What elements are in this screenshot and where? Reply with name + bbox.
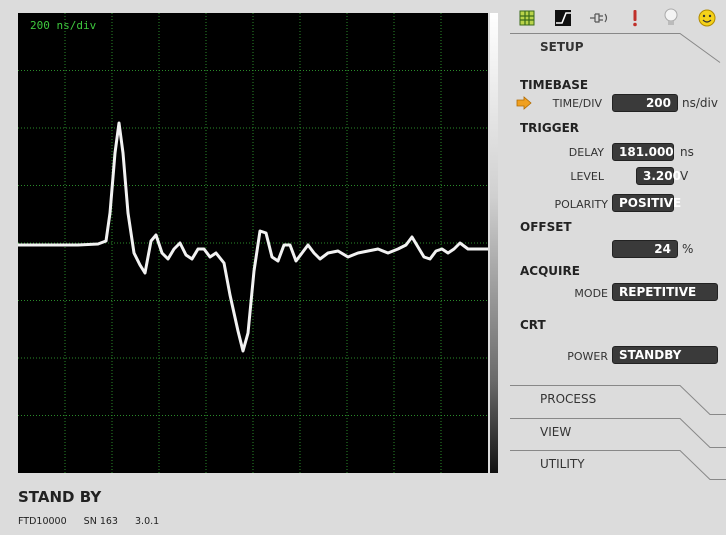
acquire-heading: ACQUIRE <box>520 264 580 278</box>
device-info: FTD10000 SN 163 3.0.1 <box>18 516 173 527</box>
level-field[interactable]: 3.200 <box>636 167 681 185</box>
time-div-unit: ns/div <box>682 96 718 110</box>
level-label: LEVEL <box>570 170 604 183</box>
tab-view-label: VIEW <box>540 425 572 439</box>
offset-heading: OFFSET <box>520 220 572 234</box>
polarity-label: POLARITY <box>554 198 608 211</box>
tab-utility-label: UTILITY <box>540 457 585 471</box>
delay-label: DELAY <box>568 146 604 159</box>
oscilloscope-display: 200 ns/div <box>18 13 488 473</box>
tab-utility[interactable]: UTILITY <box>510 450 726 480</box>
alert-icon[interactable] <box>624 7 646 29</box>
plug-icon[interactable] <box>588 7 610 29</box>
polarity-select[interactable]: POSITIVE <box>612 194 681 212</box>
waveform-plot <box>18 13 488 473</box>
arrow-right-icon <box>516 95 532 114</box>
smiley-icon[interactable] <box>696 7 718 29</box>
delay-unit: ns <box>680 145 694 159</box>
timebase-heading: TIMEBASE <box>520 78 589 92</box>
trigger-heading: TRIGGER <box>520 121 580 135</box>
serial-text: SN 163 <box>83 516 118 527</box>
tab-view[interactable]: VIEW <box>510 418 726 448</box>
crt-heading: CRT <box>520 318 546 332</box>
time-div-label: TIME/DIV <box>552 97 602 110</box>
offset-unit: % <box>682 242 694 256</box>
version-text: 3.0.1 <box>135 516 160 527</box>
tab-process[interactable]: PROCESS <box>510 385 726 415</box>
status-title: STAND BY <box>18 488 102 506</box>
grid-icon[interactable] <box>516 7 538 29</box>
mode-select[interactable]: REPETITIVE <box>612 283 718 301</box>
time-div-field[interactable]: 200 <box>612 94 678 112</box>
delay-field[interactable]: 181.000 <box>612 143 674 161</box>
model-text: FTD10000 <box>18 516 67 527</box>
power-select[interactable]: STANDBY <box>612 346 718 364</box>
power-label: POWER <box>567 350 608 363</box>
intensity-gradient-bar <box>490 13 498 473</box>
tab-setup-label: SETUP <box>540 40 584 54</box>
tab-setup[interactable]: SETUP <box>510 33 726 63</box>
toolbar <box>512 5 726 31</box>
mode-label: MODE <box>574 287 608 300</box>
waveform-icon[interactable] <box>552 7 574 29</box>
lightbulb-icon[interactable] <box>660 7 682 29</box>
level-unit: V <box>680 169 689 183</box>
tab-process-label: PROCESS <box>540 392 597 406</box>
offset-field[interactable]: 24 <box>612 240 678 258</box>
timebase-readout: 200 ns/div <box>30 19 97 32</box>
settings-panel: SETUP TIMEBASE TIME/DIV 200 ns/div TRIGG… <box>510 33 726 480</box>
